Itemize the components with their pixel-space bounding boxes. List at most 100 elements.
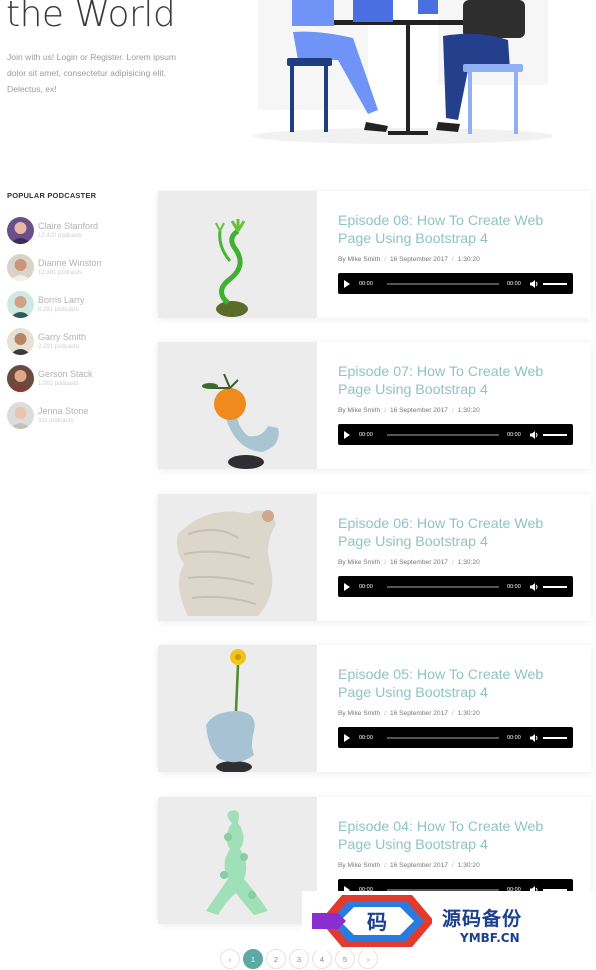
hero-illustration <box>238 0 596 150</box>
total-time: 00:00 <box>507 280 521 287</box>
page-button-2[interactable]: 2 <box>266 949 286 969</box>
episode-thumbnail[interactable] <box>158 191 317 318</box>
podcaster-item[interactable]: Jenna Stone 311 podcasts <box>7 397 102 434</box>
episode-author[interactable]: By Mike Smith <box>338 710 380 717</box>
episode-meta: By Mike Smith/16 September 2017/1:30:20 <box>338 710 480 717</box>
episode-title-link[interactable]: Episode 07: How To Create Web Page Using… <box>338 363 578 399</box>
podcaster-name[interactable]: Garry Smith <box>38 332 86 343</box>
podcaster-item[interactable]: Borris Larry 8,291 podcasts <box>7 286 102 323</box>
podcaster-list: Claire Stanford 12,420 podcasts Dianne Wi… <box>7 212 102 434</box>
episode-author[interactable]: By Mike Smith <box>338 559 380 566</box>
seek-bar[interactable] <box>387 736 499 739</box>
podcaster-item[interactable]: Dianne Winston 12,381 podcasts <box>7 249 102 286</box>
episode-thumbnail[interactable] <box>158 645 317 772</box>
audio-player[interactable]: 00:00 00:00 <box>338 424 573 445</box>
episode-title-link[interactable]: Episode 08: How To Create Web Page Using… <box>338 212 578 248</box>
episode-date: 16 September 2017 <box>389 559 448 566</box>
avatar[interactable] <box>7 328 34 355</box>
episode-title-link[interactable]: Episode 05: How To Create Web Page Using… <box>338 666 578 702</box>
episode-card: Episode 08: How To Create Web Page Using… <box>158 191 591 318</box>
seek-bar[interactable] <box>387 433 499 436</box>
episode-author[interactable]: By Mike Smith <box>338 407 380 414</box>
episode-meta: By Mike Smith/16 September 2017/1:30:20 <box>338 407 480 414</box>
episode-thumbnail[interactable] <box>158 494 317 621</box>
volume-slider[interactable] <box>543 433 567 436</box>
avatar[interactable] <box>7 291 34 318</box>
avatar[interactable] <box>7 254 34 281</box>
episode-meta: By Mike Smith/16 September 2017/1:30:20 <box>338 862 480 869</box>
page-button-3[interactable]: 3 <box>289 949 309 969</box>
podcaster-item[interactable]: Gerson Stack 1,082 podcasts <box>7 360 102 397</box>
total-time: 00:00 <box>507 583 521 590</box>
seek-bar[interactable] <box>387 282 499 285</box>
volume-icon[interactable] <box>529 279 539 289</box>
total-time: 00:00 <box>507 734 521 741</box>
watermark-logo-char: 码 <box>367 910 387 934</box>
podcaster-name[interactable]: Dianne Winston <box>38 258 102 269</box>
episode-date: 16 September 2017 <box>389 256 448 263</box>
current-time: 00:00 <box>359 431 373 438</box>
episode-thumbnail[interactable] <box>158 342 317 469</box>
watermark-domain-text: YMBF.CN <box>460 931 520 945</box>
prev-page-button[interactable]: ‹ <box>220 949 240 969</box>
audio-player[interactable]: 00:00 00:00 <box>338 273 573 294</box>
audio-player[interactable]: 00:00 00:00 <box>338 576 573 597</box>
play-icon[interactable] <box>344 279 350 288</box>
avatar[interactable] <box>7 402 34 429</box>
page-button-5[interactable]: 5 <box>335 949 355 969</box>
podcaster-count: 311 podcasts <box>38 417 74 424</box>
current-time: 00:00 <box>359 734 373 741</box>
episode-duration: 1:30:20 <box>457 710 480 717</box>
page-button-4[interactable]: 4 <box>312 949 332 969</box>
avatar[interactable] <box>7 365 34 392</box>
episode-duration: 1:30:20 <box>457 407 480 414</box>
watermark: 码 源码备份 YMBF.CN <box>302 891 596 951</box>
episode-meta: By Mike Smith/16 September 2017/1:30:20 <box>338 559 480 566</box>
episode-thumbnail[interactable] <box>158 797 317 924</box>
avatar[interactable] <box>7 217 34 244</box>
podcaster-count: 2,291 podcasts <box>38 343 79 350</box>
podcaster-name[interactable]: Claire Stanford <box>38 221 98 232</box>
hero-text: Join with us! Login or Register. Lorem i… <box>7 52 177 94</box>
episode-author[interactable]: By Mike Smith <box>338 256 380 263</box>
episode-duration: 1:30:20 <box>457 862 480 869</box>
play-icon[interactable] <box>344 582 350 591</box>
next-page-button[interactable]: › <box>358 949 378 969</box>
podcaster-item[interactable]: Garry Smith 2,291 podcasts <box>7 323 102 360</box>
podcaster-count: 8,291 podcasts <box>38 306 79 313</box>
volume-icon[interactable] <box>529 582 539 592</box>
episode-card: Episode 06: How To Create Web Page Using… <box>158 494 591 621</box>
episode-date: 16 September 2017 <box>389 407 448 414</box>
podcaster-count: 1,082 podcasts <box>38 380 79 387</box>
podcaster-count: 12,420 podcasts <box>38 232 83 239</box>
episode-title-link[interactable]: Episode 04: How To Create Web Page Using… <box>338 818 578 854</box>
audio-player[interactable]: 00:00 00:00 <box>338 727 573 748</box>
volume-icon[interactable] <box>529 430 539 440</box>
play-icon[interactable] <box>344 430 350 439</box>
hero-title: the World <box>6 0 176 35</box>
podcaster-name[interactable]: Gerson Stack <box>38 369 93 380</box>
podcaster-name[interactable]: Borris Larry <box>38 295 85 306</box>
podcaster-count: 12,381 podcasts <box>38 269 83 276</box>
volume-icon[interactable] <box>529 733 539 743</box>
episode-duration: 1:30:20 <box>457 256 480 263</box>
current-time: 00:00 <box>359 583 373 590</box>
volume-slider[interactable] <box>543 282 567 285</box>
podcaster-item[interactable]: Claire Stanford 12,420 podcasts <box>7 212 102 249</box>
total-time: 00:00 <box>507 431 521 438</box>
podcaster-name[interactable]: Jenna Stone <box>38 406 89 417</box>
popular-podcaster-heading: POPULAR PODCASTER <box>7 191 97 200</box>
volume-slider[interactable] <box>543 736 567 739</box>
episode-date: 16 September 2017 <box>389 710 448 717</box>
watermark-logo-icon: 码 <box>312 895 434 947</box>
seek-bar[interactable] <box>387 585 499 588</box>
volume-slider[interactable] <box>543 585 567 588</box>
episode-card: Episode 05: How To Create Web Page Using… <box>158 645 591 772</box>
page-button-1[interactable]: 1 <box>243 949 263 969</box>
pagination: ‹ 1 2 3 4 5 › <box>220 949 381 969</box>
episode-meta: By Mike Smith/16 September 2017/1:30:20 <box>338 256 480 263</box>
play-icon[interactable] <box>344 733 350 742</box>
episode-card: Episode 07: How To Create Web Page Using… <box>158 342 591 469</box>
episode-author[interactable]: By Mike Smith <box>338 862 380 869</box>
episode-title-link[interactable]: Episode 06: How To Create Web Page Using… <box>338 515 578 551</box>
